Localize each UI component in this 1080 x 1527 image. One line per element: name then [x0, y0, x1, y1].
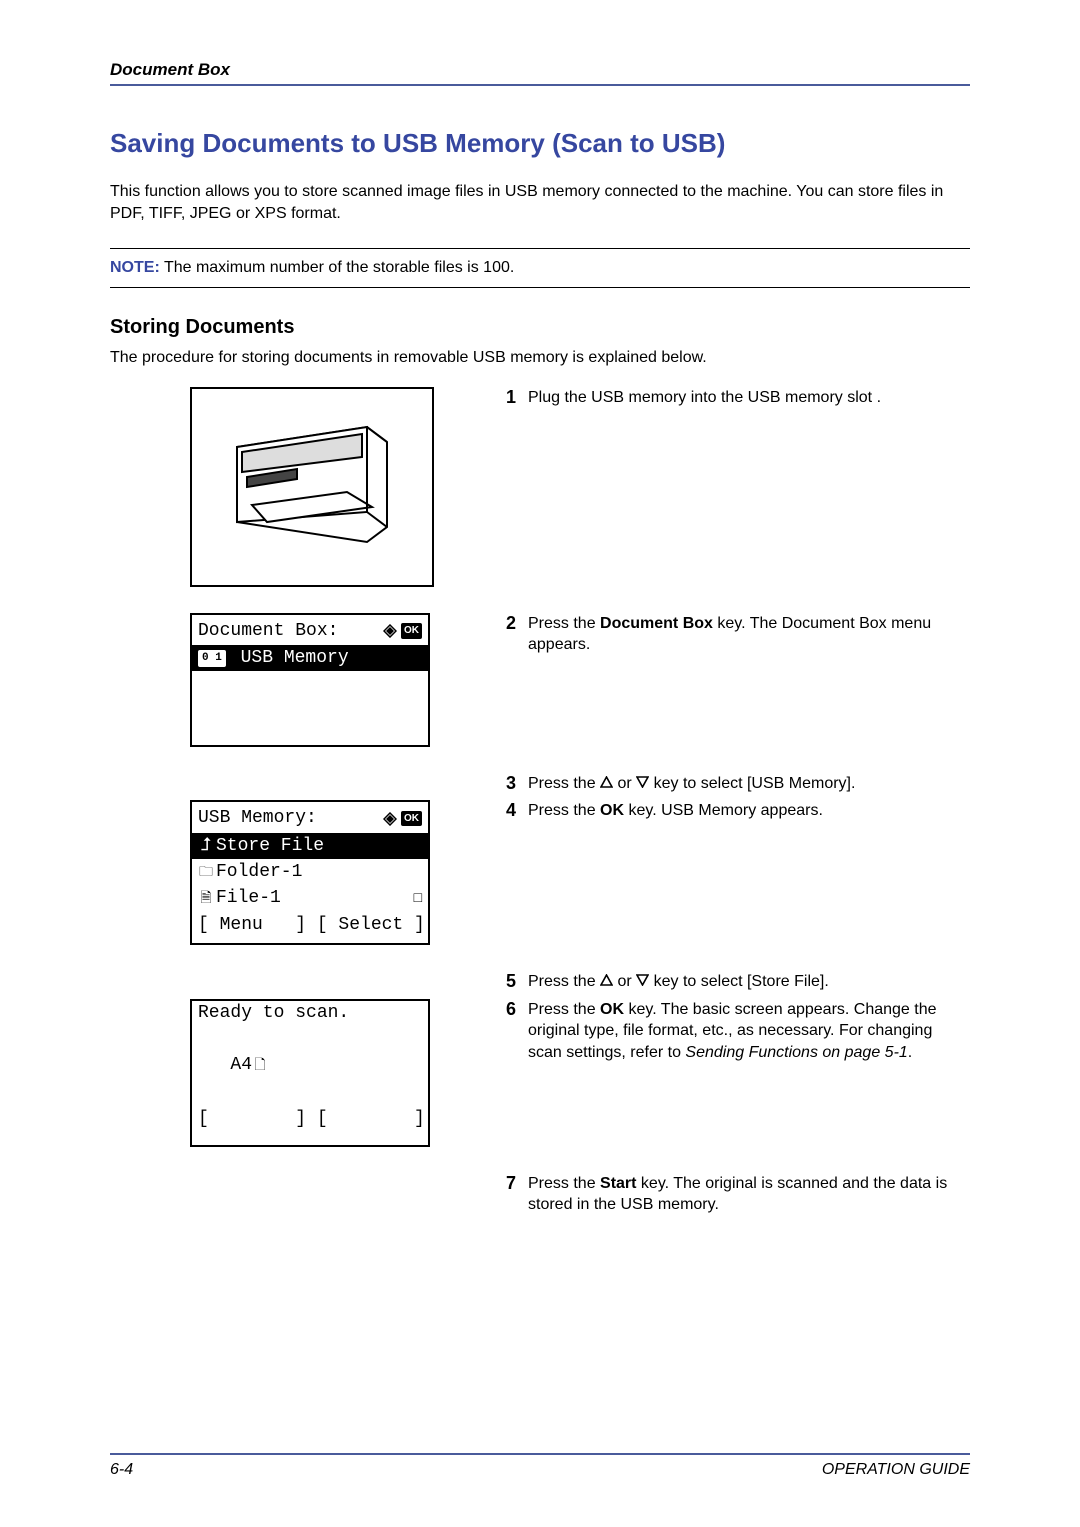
step-num: 2 [498, 613, 516, 656]
step-right-6: 6 Press the OK key. The basic screen app… [498, 999, 970, 1064]
up-folder-icon: ⮥ [198, 834, 214, 858]
step-text: Press the Document Box key. The Document… [528, 613, 970, 656]
step-num: 4 [498, 800, 516, 822]
file-icon [198, 886, 214, 910]
step-text: Press the or key to select [USB Memory]. [528, 773, 970, 795]
step-row-5: 5 Press the or key to select [Store File… [110, 971, 970, 993]
lcd-item-label: USB Memory [230, 646, 349, 670]
step-row-4: USB Memory: OK ⮥Store File Folder-1 File… [110, 800, 970, 945]
lcd-title-row: USB Memory: OK [192, 802, 428, 832]
subintro-text: The procedure for storing documents in r… [110, 347, 970, 369]
lcd-title: Document Box: [198, 619, 338, 643]
step-text: Press the Start key. The original is sca… [528, 1173, 970, 1216]
note-label: NOTE: [110, 259, 160, 276]
subheading: Storing Documents [110, 316, 970, 339]
lcd-title: USB Memory: [198, 806, 317, 830]
step-text: Plug the USB memory into the USB memory … [528, 387, 970, 409]
lcd-item-label: File-1 [216, 888, 281, 908]
paper-icon [252, 1053, 268, 1077]
page-header: Document Box [110, 60, 970, 86]
intro-text: This function allows you to store scanne… [110, 181, 970, 224]
checkbox-icon [414, 886, 422, 910]
ok-badge: OK [401, 811, 422, 827]
guide-label: OPERATION GUIDE [822, 1461, 970, 1479]
step-num: 6 [498, 999, 516, 1064]
lcd-col: Ready to scan. A4 [ ] [ ] [110, 999, 470, 1147]
illustration-col [110, 387, 470, 587]
step-right-1: 1 Plug the USB memory into the USB memor… [498, 387, 970, 409]
chapter-title: Document Box [110, 60, 230, 79]
page: Document Box Saving Documents to USB Mem… [0, 0, 1080, 1527]
nav-ok-indicator: OK [383, 811, 422, 827]
nav-diamond-icon [383, 624, 397, 638]
lcd-item: File-1 [192, 885, 428, 911]
lcd-screen-document-box: Document Box: OK 0 1 USB Memory [190, 613, 430, 747]
step-num: 3 [498, 773, 516, 795]
down-triangle-icon [636, 974, 649, 986]
step-row-6: Ready to scan. A4 [ ] [ ] 6 Press the OK… [110, 999, 970, 1147]
step-row-1: 1 Plug the USB memory into the USB memor… [110, 387, 970, 587]
lcd-softkeys: [ Menu ] [ Select ] [192, 911, 428, 943]
lcd-selected-item: 0 1 USB Memory [192, 645, 428, 671]
section-title: Saving Documents to USB Memory (Scan to … [110, 128, 970, 159]
step-right-4: 4 Press the OK key. USB Memory appears. [498, 800, 970, 822]
step-row-3: 3 Press the or key to select [USB Memory… [110, 773, 970, 795]
step-num: 1 [498, 387, 516, 409]
note-text: The maximum number of the storable files… [160, 259, 515, 276]
steps-area: 1 Plug the USB memory into the USB memor… [110, 387, 970, 1216]
lcd-selected-item: ⮥Store File [192, 833, 428, 859]
step-row-2: Document Box: OK 0 1 USB Memory 2 [110, 613, 970, 747]
lcd-softkeys: [ ] [ ] [192, 1105, 428, 1137]
page-number: 6-4 [110, 1461, 133, 1479]
up-triangle-icon [600, 776, 613, 788]
page-footer: 6-4 OPERATION GUIDE [110, 1453, 970, 1479]
lcd-item-label: Store File [216, 834, 324, 858]
lcd-col: USB Memory: OK ⮥Store File Folder-1 File… [110, 800, 470, 945]
nav-ok-indicator: OK [383, 623, 422, 639]
lcd-screen-ready: Ready to scan. A4 [ ] [ ] [190, 999, 430, 1147]
item-number-badge: 0 1 [198, 650, 226, 667]
step-right-2: 2 Press the Document Box key. The Docume… [498, 613, 970, 656]
step-right-3: 3 Press the or key to select [USB Memory… [498, 773, 970, 795]
lcd-title-row: Document Box: OK [192, 615, 428, 645]
lcd-status-line: Ready to scan. [192, 1001, 428, 1027]
lcd-item: Folder-1 [192, 859, 428, 885]
step-text: Press the OK key. The basic screen appea… [528, 999, 970, 1064]
ok-badge: OK [401, 623, 422, 639]
lcd-col: Document Box: OK 0 1 USB Memory [110, 613, 470, 747]
lcd-paper-size: A4 [192, 1053, 428, 1079]
step-text: Press the OK key. USB Memory appears. [528, 800, 970, 822]
lcd-item-label: Folder-1 [216, 860, 302, 884]
nav-diamond-icon [383, 812, 397, 826]
printer-illustration [190, 387, 434, 587]
step-num: 5 [498, 971, 516, 993]
step-num: 7 [498, 1173, 516, 1216]
step-right-5: 5 Press the or key to select [Store File… [498, 971, 970, 993]
folder-icon [198, 860, 214, 884]
step-right-7: 7 Press the Start key. The original is s… [498, 1173, 970, 1216]
up-triangle-icon [600, 974, 613, 986]
printer-icon [217, 407, 407, 567]
step-row-7: 7 Press the Start key. The original is s… [110, 1173, 970, 1216]
note-block: NOTE: The maximum number of the storable… [110, 248, 970, 288]
step-text: Press the or key to select [Store File]. [528, 971, 970, 993]
down-triangle-icon [636, 776, 649, 788]
lcd-screen-usb-memory: USB Memory: OK ⮥Store File Folder-1 File… [190, 800, 430, 945]
